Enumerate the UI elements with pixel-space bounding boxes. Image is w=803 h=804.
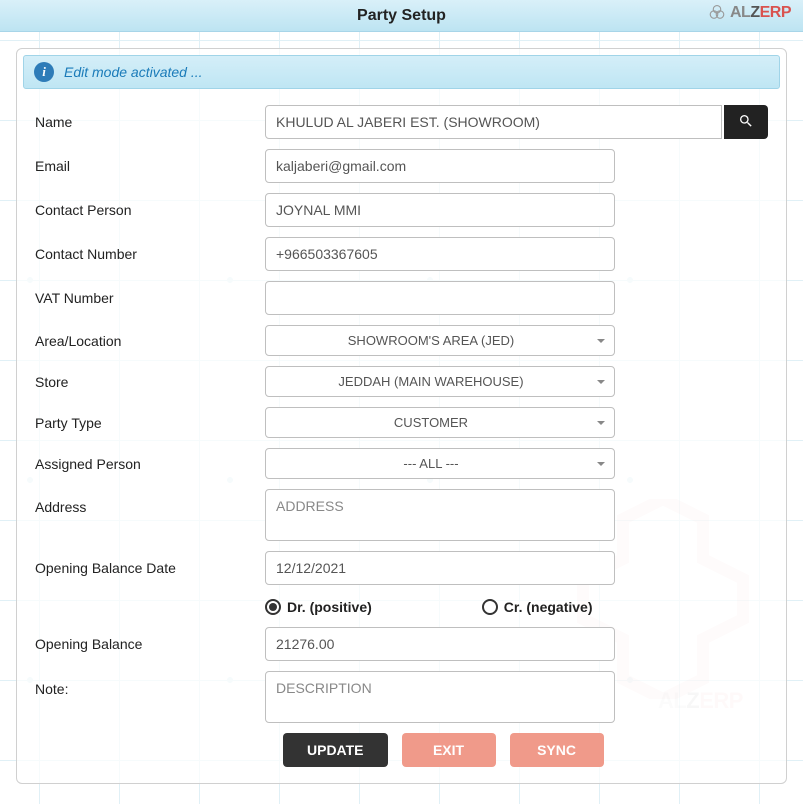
logo-rings-icon bbox=[708, 4, 726, 22]
contact-person-input[interactable] bbox=[265, 193, 615, 227]
assigned-person-select-value: --- ALL --- bbox=[265, 448, 615, 479]
name-label: Name bbox=[35, 114, 265, 130]
opening-balance-date-label: Opening Balance Date bbox=[35, 560, 265, 576]
party-type-label: Party Type bbox=[35, 415, 265, 431]
search-button[interactable] bbox=[724, 105, 768, 139]
store-select-value: JEDDAH (MAIN WAREHOUSE) bbox=[265, 366, 615, 397]
assigned-person-select[interactable]: --- ALL --- bbox=[265, 448, 615, 479]
info-alert: i Edit mode activated ... bbox=[23, 55, 780, 89]
radio-checked-icon bbox=[265, 599, 281, 615]
chevron-down-icon bbox=[597, 462, 605, 466]
area-label: Area/Location bbox=[35, 333, 265, 349]
note-textarea[interactable] bbox=[265, 671, 615, 723]
search-icon bbox=[738, 113, 754, 132]
note-label: Note: bbox=[35, 671, 265, 697]
store-select[interactable]: JEDDAH (MAIN WAREHOUSE) bbox=[265, 366, 615, 397]
alert-message: Edit mode activated ... bbox=[64, 64, 203, 80]
vat-number-input[interactable] bbox=[265, 281, 615, 315]
opening-balance-input[interactable] bbox=[265, 627, 615, 661]
chevron-down-icon bbox=[597, 421, 605, 425]
area-select[interactable]: SHOWROOM'S AREA (JED) bbox=[265, 325, 615, 356]
radio-cr-negative[interactable]: Cr. (negative) bbox=[482, 599, 593, 615]
store-label: Store bbox=[35, 374, 265, 390]
email-input[interactable] bbox=[265, 149, 615, 183]
info-icon: i bbox=[34, 62, 54, 82]
exit-button[interactable]: EXIT bbox=[402, 733, 496, 767]
chevron-down-icon bbox=[597, 339, 605, 343]
sync-button[interactable]: SYNC bbox=[510, 733, 604, 767]
address-textarea[interactable] bbox=[265, 489, 615, 541]
name-input[interactable] bbox=[265, 105, 722, 139]
contact-person-label: Contact Person bbox=[35, 202, 265, 218]
party-type-select[interactable]: CUSTOMER bbox=[265, 407, 615, 438]
brand-logo: ALZERP bbox=[708, 4, 791, 22]
opening-balance-label: Opening Balance bbox=[35, 636, 265, 652]
vat-number-label: VAT Number bbox=[35, 290, 265, 306]
email-label: Email bbox=[35, 158, 265, 174]
address-label: Address bbox=[35, 489, 265, 515]
assigned-person-label: Assigned Person bbox=[35, 456, 265, 472]
radio-dr-label: Dr. (positive) bbox=[287, 599, 372, 615]
update-button[interactable]: UPDATE bbox=[283, 733, 388, 767]
form-panel: i Edit mode activated ... Name Email Con… bbox=[16, 48, 787, 784]
page-title: Party Setup bbox=[357, 7, 446, 25]
radio-unchecked-icon bbox=[482, 599, 498, 615]
contact-number-label: Contact Number bbox=[35, 246, 265, 262]
header-bar: Party Setup ALZERP bbox=[0, 0, 803, 32]
opening-balance-date-input[interactable] bbox=[265, 551, 615, 585]
radio-dr-positive[interactable]: Dr. (positive) bbox=[265, 599, 372, 615]
contact-number-input[interactable] bbox=[265, 237, 615, 271]
area-select-value: SHOWROOM'S AREA (JED) bbox=[265, 325, 615, 356]
radio-cr-label: Cr. (negative) bbox=[504, 599, 593, 615]
party-type-select-value: CUSTOMER bbox=[265, 407, 615, 438]
logo-text: ALZERP bbox=[730, 4, 791, 22]
chevron-down-icon bbox=[597, 380, 605, 384]
